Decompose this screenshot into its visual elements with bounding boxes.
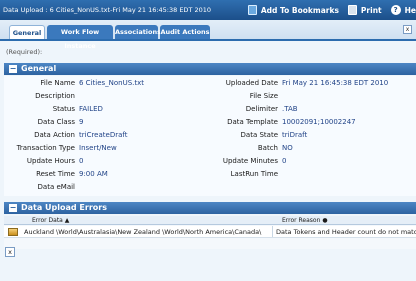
field-value: triCreateDraft (79, 131, 128, 139)
tab-audit-actions[interactable]: Audit Actions (160, 25, 210, 39)
field-value: 0 (282, 157, 287, 165)
field-label: Update Minutes (222, 157, 278, 165)
field-description: Description (4, 91, 204, 102)
field-value: 9 (79, 118, 84, 126)
field-label: Delimiter (245, 105, 278, 113)
field-value: 9:00 AM (79, 170, 108, 178)
col-error-data-label: Error Data (32, 217, 63, 224)
collapse-icon[interactable]: − (9, 65, 17, 73)
field-label: Description (35, 92, 75, 100)
field-file-size: File Size (204, 91, 416, 102)
errors-grid-header: Error Data ▲ Error Reason ● (4, 216, 416, 225)
field-label: Status (52, 105, 75, 113)
field-label: Data Template (227, 118, 278, 126)
field-label: Data Action (34, 131, 75, 139)
print-label: Print (360, 5, 382, 15)
record-icon[interactable] (8, 228, 18, 236)
field-data-email: Data eMail (4, 182, 204, 193)
help-button[interactable]: ? He (390, 5, 416, 15)
field-label: Data eMail (37, 183, 75, 191)
field-label: Uploaded Date (225, 79, 278, 87)
field-value: triDraft (282, 131, 308, 139)
error-data-cell: Auckland \World\Australasia\New Zealand … (24, 228, 262, 236)
sort-up-icon: ▲ (64, 217, 70, 224)
tab-work-flow-instance[interactable]: Work Flow Instance (47, 25, 113, 50)
window-title-bar: Data Upload : 6 Cities_NonUS.txt-Fri May… (0, 0, 416, 20)
col-error-data[interactable]: Error Data ▲ (32, 216, 69, 225)
field-label: LastRun Time (230, 170, 278, 178)
field-label: File Name (40, 79, 75, 87)
field-data-action: Data Action triCreateDraft (4, 130, 204, 141)
add-bookmarks-label: Add To Bookmarks (260, 5, 339, 15)
column-divider (272, 226, 273, 237)
field-value: Fri May 21 16:45:38 EDT 2010 (282, 79, 389, 87)
field-value: .TAB (282, 105, 298, 113)
field-transaction-type: Transaction Type Insert/New (4, 143, 204, 154)
field-data-state: Data State triDraft (204, 130, 416, 141)
field-value: 0 (79, 157, 84, 165)
field-value: 6 Cities_NonUS.txt (79, 79, 145, 87)
general-section-header[interactable]: − General (4, 63, 416, 75)
field-update-minutes: Update Minutes 0 (204, 156, 416, 167)
remove-button[interactable]: x (5, 247, 15, 257)
field-label: Update Hours (26, 157, 75, 165)
field-data-template: Data Template 10002091;10002247 (204, 117, 416, 128)
required-note: (Required): (6, 48, 43, 56)
field-lastrun-time: LastRun Time (204, 169, 416, 180)
field-delimiter: Delimiter .TAB (204, 104, 416, 115)
help-icon: ? (390, 5, 401, 15)
field-value: NO (282, 144, 293, 152)
field-reset-time: Reset Time 9:00 AM (4, 169, 204, 180)
field-value: FAILED (79, 105, 103, 113)
field-batch: Batch NO (204, 143, 416, 154)
tab-bar: General Work Flow Instance Associations … (0, 20, 416, 50)
errors-section-title: Data Upload Errors (21, 203, 107, 212)
bookmark-icon (247, 5, 257, 15)
collapse-icon[interactable]: − (9, 204, 17, 212)
field-label: File Size (249, 92, 278, 100)
field-value: 10002091;10002247 (282, 118, 356, 126)
error-reason-cell: Data Tokens and Header count do not matc… (276, 228, 416, 236)
add-bookmarks-button[interactable]: Add To Bookmarks (247, 5, 339, 15)
field-label: Reset Time (36, 170, 75, 178)
field-label: Data State (240, 131, 278, 139)
col-error-reason[interactable]: Error Reason ● (282, 216, 328, 225)
field-data-class: Data Class 9 (4, 117, 204, 128)
field-file-name: File Name 6 Cities_NonUS.txt (4, 78, 204, 89)
print-button[interactable]: Print (347, 5, 382, 15)
col-error-reason-label: Error Reason (282, 217, 321, 224)
close-tab-button[interactable]: x (403, 25, 412, 34)
field-label: Batch (257, 144, 278, 152)
tab-associations[interactable]: Associations (115, 25, 161, 39)
table-row[interactable]: Auckland \World\Australasia\New Zealand … (4, 226, 416, 238)
field-update-hours: Update Hours 0 (4, 156, 204, 167)
printer-icon (347, 5, 357, 15)
tab-general[interactable]: General (9, 25, 45, 39)
field-value: Insert/New (79, 144, 117, 152)
sort-icon: ● (322, 217, 328, 224)
field-uploaded-date: Uploaded Date Fri May 21 16:45:38 EDT 20… (204, 78, 416, 89)
general-section-title: General (21, 64, 57, 73)
errors-grid: Error Data ▲ Error Reason ● Auckland \Wo… (4, 216, 416, 249)
field-label: Transaction Type (16, 144, 75, 152)
general-fields: File Name 6 Cities_NonUS.txt Description… (4, 76, 416, 196)
field-status: Status FAILED (4, 104, 204, 115)
help-label: He (404, 5, 416, 15)
window-title: Data Upload : 6 Cities_NonUS.txt-Fri May… (3, 6, 212, 14)
errors-section-header[interactable]: − Data Upload Errors (4, 202, 416, 214)
field-label: Data Class (37, 118, 75, 126)
